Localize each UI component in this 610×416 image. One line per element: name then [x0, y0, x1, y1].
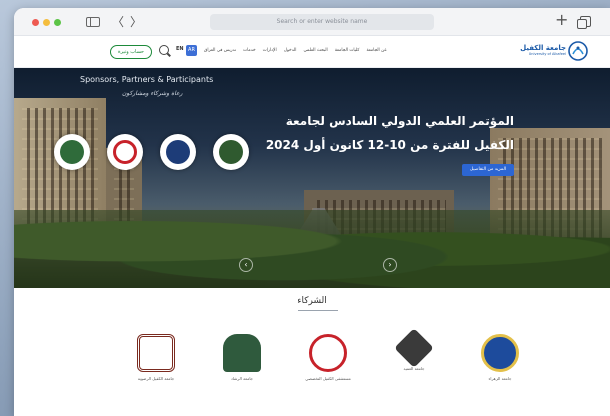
partner-item[interactable]: جامعة الرشاد: [212, 334, 272, 381]
slider-prev-button[interactable]: ‹: [239, 258, 253, 272]
tab-overview-icon[interactable]: [577, 16, 591, 29]
back-button[interactable]: 〈: [112, 14, 124, 30]
browser-toolbar: 〈 〉 Search or enter website name +: [14, 8, 610, 36]
nav-item[interactable]: خدمات: [243, 48, 256, 53]
partner-item[interactable]: جامعة الزهراء: [470, 334, 530, 381]
sidebar-toggle-icon[interactable]: [86, 17, 100, 27]
site-logo-text[interactable]: جامعة الكفيل University of Alkafeel: [520, 44, 566, 56]
partner-name: جامعة العميد: [403, 366, 425, 371]
address-bar[interactable]: Search or enter website name: [210, 14, 434, 30]
new-tab-button[interactable]: +: [555, 12, 568, 28]
partner-item[interactable]: جامعة الكفيل الرضوية: [126, 334, 186, 381]
university-logo-icon[interactable]: [568, 40, 588, 62]
partner-logo: [137, 334, 175, 372]
logo-english-name: University of Alkafeel: [528, 52, 566, 56]
login-button[interactable]: حساب وتيرة: [110, 45, 152, 59]
partner-name: جامعة الزهراء: [488, 376, 512, 381]
site-header: حساب وتيرة EN AR عن الجامعة كليات الجامع…: [14, 36, 610, 68]
sponsors-subtitle: رعاة وشركاء ومشاركون: [122, 90, 183, 97]
nav-item[interactable]: الدخول: [284, 48, 297, 53]
nav-item[interactable]: الإدارات: [263, 48, 277, 53]
partner-item[interactable]: مستشفى الكفيل التخصصي: [298, 334, 358, 381]
close-window-button[interactable]: [32, 19, 39, 26]
browser-window: 〈 〉 Search or enter website name + حساب …: [14, 8, 610, 416]
language-ar-link[interactable]: AR: [186, 45, 197, 56]
more-details-button[interactable]: المزيد من التفاصيل: [462, 164, 514, 176]
partner-logo: [394, 328, 434, 368]
main-nav: عن الجامعة كليات الجامعة البحث العلمي ال…: [204, 48, 387, 53]
hero-subtitle: الكفيل للفترة من 10-12 كانون أول 2024: [265, 138, 514, 152]
partner-name: جامعة الرشاد: [230, 376, 254, 381]
minimize-window-button[interactable]: [43, 19, 50, 26]
language-en-link[interactable]: EN: [176, 46, 184, 52]
slider-next-button[interactable]: ›: [383, 258, 397, 272]
partner-name: مستشفى الكفيل التخصصي: [305, 376, 351, 381]
nav-item[interactable]: عن الجامعة: [366, 48, 386, 53]
nav-item[interactable]: كليات الجامعة: [335, 48, 360, 53]
partner-item[interactable]: جامعة العميد: [384, 328, 444, 371]
partner-logo: [223, 334, 261, 372]
maximize-window-button[interactable]: [54, 19, 61, 26]
hero-title: المؤتمر العلمي الدولي السادس لجامعة: [285, 114, 514, 128]
sponsor-logo: [54, 134, 90, 170]
sponsor-logo: [213, 134, 249, 170]
partner-logo: [309, 334, 347, 372]
hero-banner: Sponsors, Partners & Participants رعاة و…: [14, 68, 610, 288]
sponsor-logo: [107, 134, 143, 170]
nav-item[interactable]: البحث العلمي: [303, 48, 327, 53]
divider: [298, 310, 338, 311]
partners-section: الشركاء جامعة الكفيل الرضوية جامعة الرشا…: [14, 288, 610, 416]
partner-name: جامعة الكفيل الرضوية: [137, 376, 175, 381]
partner-logo: [481, 334, 519, 372]
partners-title: الشركاء: [297, 296, 327, 306]
logo-arabic-name: جامعة الكفيل: [520, 44, 566, 52]
sponsor-logo: [160, 134, 196, 170]
search-icon[interactable]: [159, 45, 169, 55]
sponsors-title: Sponsors, Partners & Participants: [80, 75, 214, 84]
nav-item[interactable]: تدريس في العراق: [204, 48, 236, 53]
trees-image: [14, 210, 610, 288]
forward-button[interactable]: 〉: [130, 14, 142, 30]
